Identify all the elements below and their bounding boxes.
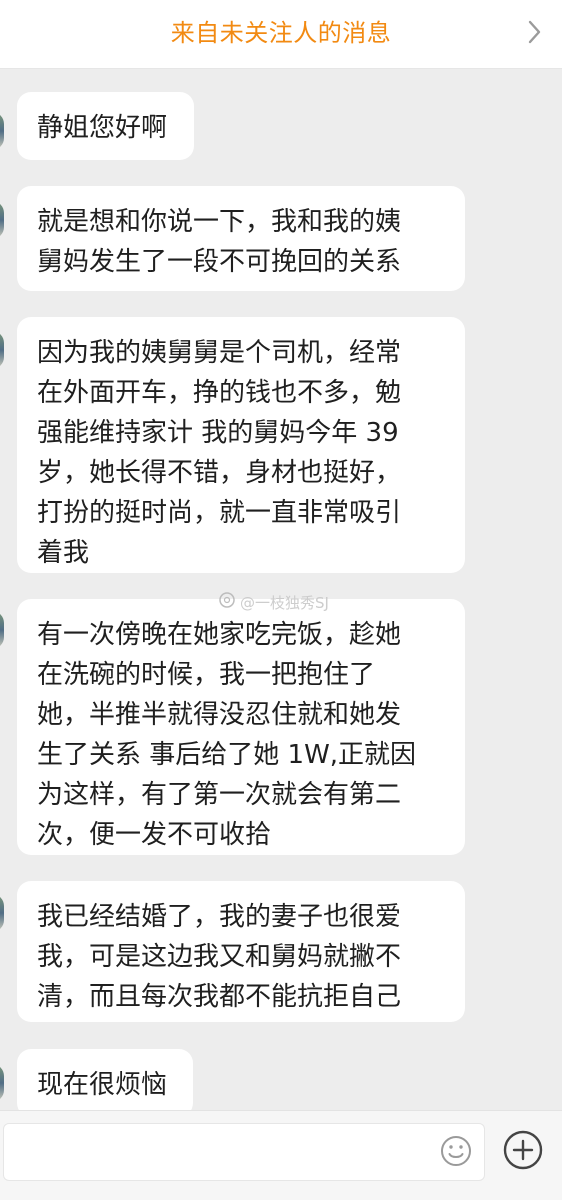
chat-header: 来自未关注人的消息 [0,0,562,69]
page-title: 来自未关注人的消息 [170,19,392,47]
message-list[interactable]: 静姐您好啊 就是想和你说一下，我和我的姨 舅妈发生了一段不可挽回的关系 因为我的… [0,69,562,1110]
avatar[interactable] [0,611,4,649]
message-bubble: 因为我的姨舅舅是个司机，经常 在外面开车，挣的钱也不多，勉 强能维持家计 我的舅… [17,317,465,573]
avatar[interactable] [0,331,4,369]
message-bubble: 我已经结婚了，我的妻子也很爱 我，可是这边我又和舅妈就撇不 清，而且每次我都不能… [17,881,465,1022]
emoji-icon[interactable] [434,1129,478,1173]
watermark: @一枝独秀SJ [218,591,329,614]
message-bubble: 静姐您好啊 [17,92,194,160]
plus-icon[interactable] [498,1125,548,1175]
chevron-right-icon[interactable] [524,18,546,46]
watermark-text: @一枝独秀SJ [240,593,329,612]
avatar[interactable] [0,201,4,239]
composer [0,1110,562,1200]
message-bubble: 有一次傍晚在她家吃完饭，趁她 在洗碗的时候，我一把抱住了 她，半推半就得没忍住就… [17,599,465,855]
message-input[interactable] [3,1123,485,1181]
message-bubble: 现在很烦恼 [17,1049,193,1110]
message-bubble: 就是想和你说一下，我和我的姨 舅妈发生了一段不可挽回的关系 [17,186,465,291]
weibo-icon [218,591,236,614]
avatar[interactable] [0,1064,4,1102]
avatar[interactable] [0,894,4,932]
avatar[interactable] [0,112,4,150]
